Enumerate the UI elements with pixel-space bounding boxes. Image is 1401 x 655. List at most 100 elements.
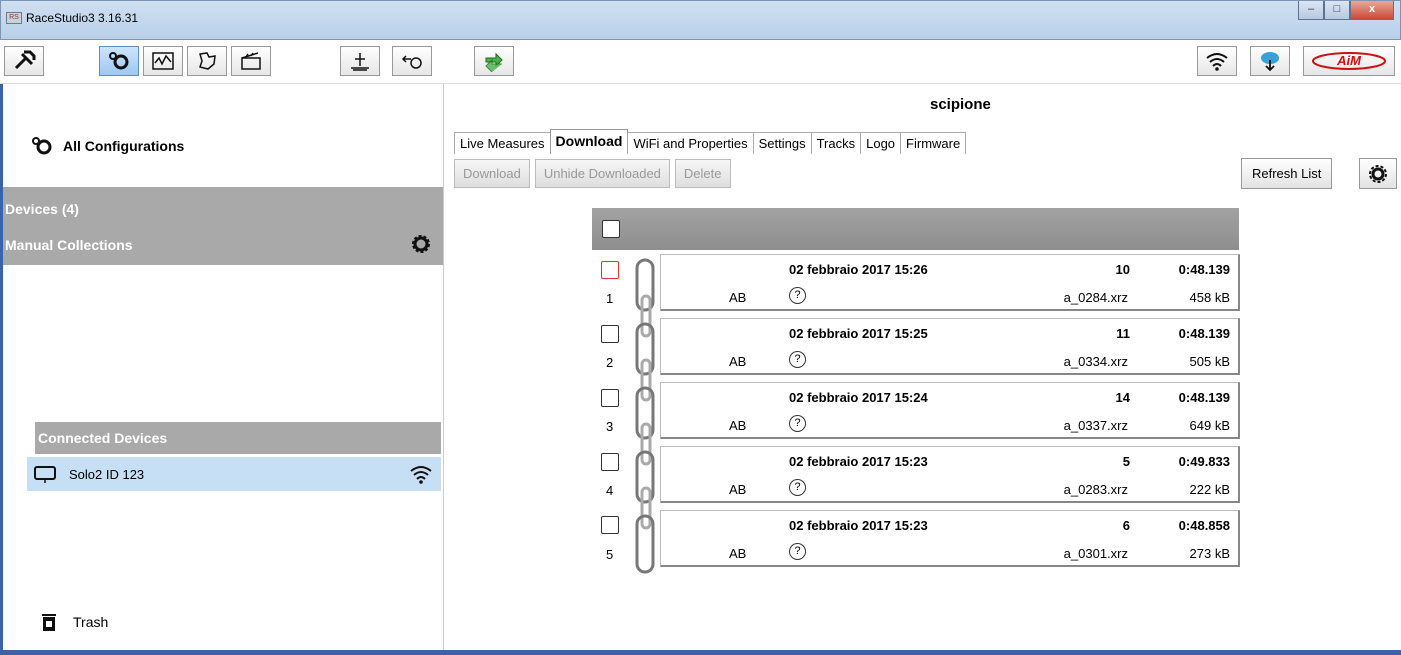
analysis-icon[interactable] (143, 46, 183, 76)
import-icon[interactable] (392, 46, 432, 76)
sidebar-item-manual-collections[interactable]: Manual Collections (5, 237, 133, 253)
list-item[interactable]: 02 febbraio 2017 15:23 6 0:48.858 AB ? a… (660, 510, 1240, 567)
driver-initials: AB (729, 290, 747, 305)
best-lap-time: 0:48.139 (1178, 262, 1230, 277)
connected-device-item[interactable]: Solo2 ID 123 (27, 457, 441, 491)
file-size: 505 kB (1189, 354, 1230, 369)
tab-download[interactable]: Download (549, 129, 629, 154)
lap-count: 11 (1116, 326, 1130, 341)
video-icon[interactable] (231, 46, 271, 76)
help-icon[interactable]: ? (789, 287, 806, 304)
delete-button[interactable]: Delete (674, 159, 731, 188)
row-index: 1 (606, 291, 614, 306)
help-icon[interactable]: ? (789, 543, 806, 560)
tools-icon[interactable] (4, 46, 44, 76)
maximize-button[interactable]: □ (1324, 1, 1350, 20)
aim-logo[interactable]: AiM (1303, 46, 1395, 76)
session-date: 02 febbraio 2017 15:25 (789, 326, 928, 341)
tab-settings[interactable]: Settings (752, 132, 812, 154)
cloud-icon[interactable] (1250, 46, 1290, 76)
list-settings-button[interactable] (1359, 158, 1397, 189)
driver-initials: AB (729, 546, 747, 561)
row-index: 5 (606, 547, 614, 562)
list-header (592, 208, 1239, 250)
session-date: 02 febbraio 2017 15:24 (789, 390, 928, 405)
list-item[interactable]: 02 febbraio 2017 15:23 5 0:49.833 AB ? a… (660, 446, 1240, 503)
refresh-list-button[interactable]: Refresh List (1241, 158, 1333, 189)
window-controls: – □ x (1298, 1, 1394, 20)
main-toolbar: AiM (0, 40, 1401, 84)
app-icon: RS (6, 12, 22, 24)
best-lap-time: 0:48.139 (1178, 326, 1230, 341)
row-index: 4 (606, 483, 614, 498)
configuration-icon[interactable] (99, 46, 139, 76)
tracks-icon[interactable] (187, 46, 227, 76)
file-size: 458 kB (1189, 290, 1230, 305)
file-name: a_0284.xrz (1063, 290, 1128, 305)
download-button[interactable]: Download (454, 159, 530, 188)
close-button[interactable]: x (1350, 1, 1394, 20)
download-icon[interactable] (474, 46, 514, 76)
wifi-icon[interactable] (1197, 46, 1237, 76)
tab-tracks[interactable]: Tracks (810, 132, 862, 154)
file-size: 649 kB (1189, 418, 1230, 433)
driver-initials: AB (729, 354, 747, 369)
list-item[interactable]: 02 febbraio 2017 15:25 11 0:48.139 AB ? … (660, 318, 1240, 375)
file-name: a_0301.xrz (1063, 546, 1128, 561)
connected-devices-header: Connected Devices (35, 422, 441, 454)
chain-icon (635, 258, 655, 574)
minimize-button[interactable]: – (1298, 1, 1324, 20)
session-date: 02 febbraio 2017 15:23 (789, 518, 928, 533)
collections-block: Devices (4) Manual Collections (3, 187, 443, 265)
file-name: a_0337.xrz (1063, 418, 1128, 433)
unhide-downloaded-button[interactable]: Unhide Downloaded (534, 159, 670, 188)
select-all-checkbox[interactable] (602, 220, 620, 238)
svg-text:AiM: AiM (1336, 53, 1362, 68)
trash-icon (42, 614, 56, 631)
best-lap-time: 0:48.139 (1178, 390, 1230, 405)
session-date: 02 febbraio 2017 15:26 (789, 262, 928, 277)
help-icon[interactable]: ? (789, 479, 806, 496)
lap-count: 14 (1115, 390, 1130, 405)
file-size: 273 kB (1189, 546, 1230, 561)
row-index: 3 (606, 419, 614, 434)
configuration-gear-icon (32, 137, 52, 155)
window-bottom-border (0, 650, 1401, 655)
row-checkbox[interactable] (601, 453, 619, 471)
action-bar: Download Unhide Downloaded Delete (454, 159, 736, 189)
tab-live-measures[interactable]: Live Measures (454, 132, 551, 154)
list-item[interactable]: 02 febbraio 2017 15:24 14 0:48.139 AB ? … (660, 382, 1240, 439)
row-checkbox[interactable] (601, 389, 619, 407)
tab-wifi-properties[interactable]: WiFi and Properties (627, 132, 754, 154)
row-checkbox[interactable] (601, 261, 619, 279)
help-icon[interactable]: ? (789, 415, 806, 432)
list-item[interactable]: 02 febbraio 2017 15:26 10 0:48.139 AB ? … (660, 254, 1240, 311)
sidebar: All Configurations Devices (4) Manual Co… (0, 84, 444, 650)
math-icon[interactable] (340, 46, 380, 76)
device-name: scipione (930, 96, 991, 113)
lap-count: 6 (1122, 518, 1130, 533)
sidebar-item-devices[interactable]: Devices (4) (5, 201, 79, 217)
best-lap-time: 0:48.858 (1178, 518, 1230, 533)
row-index: 2 (606, 355, 614, 370)
help-icon[interactable]: ? (789, 351, 806, 368)
tab-bar: Live Measures Download WiFi and Properti… (454, 129, 967, 154)
title-bar: RS RaceStudio3 3.16.31 – □ x (0, 0, 1401, 40)
tab-firmware[interactable]: Firmware (900, 132, 967, 154)
row-checkbox[interactable] (601, 325, 619, 343)
trash-item[interactable]: Trash (41, 612, 108, 632)
driver-initials: AB (729, 482, 747, 497)
best-lap-time: 0:49.833 (1178, 454, 1230, 469)
row-checkbox[interactable] (601, 516, 619, 534)
all-configurations-item[interactable]: All Configurations (31, 136, 184, 156)
all-configurations-label: All Configurations (63, 138, 185, 154)
driver-initials: AB (729, 418, 747, 433)
gear-icon[interactable] (411, 234, 431, 254)
connected-device-label: Solo2 ID 123 (69, 466, 145, 482)
tab-logo[interactable]: Logo (860, 132, 902, 154)
file-size: 222 kB (1189, 482, 1230, 497)
lap-count: 5 (1122, 454, 1130, 469)
device-icon (34, 466, 56, 483)
trash-label: Trash (73, 614, 109, 630)
session-date: 02 febbraio 2017 15:23 (789, 454, 928, 469)
